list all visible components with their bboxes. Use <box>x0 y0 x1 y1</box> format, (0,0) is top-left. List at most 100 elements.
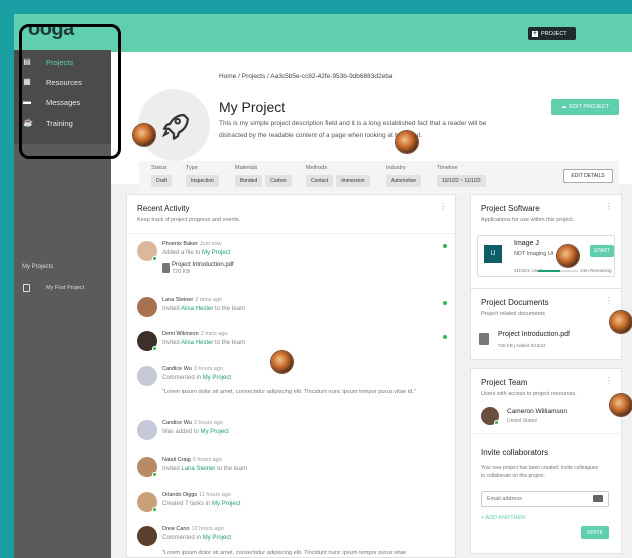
activity-link[interactable]: Alisa Hester <box>181 306 213 312</box>
project-software-card: Project Software Applications for use wi… <box>470 194 622 289</box>
activity-link[interactable]: My Project <box>203 375 231 381</box>
comment-excerpt: "Lorem ipsum dolor sit amet, consectetur… <box>162 550 407 556</box>
software-description: NDT Imaging Ut <box>514 251 554 257</box>
online-indicator <box>494 420 499 425</box>
activity-time: 11 hours ago <box>199 492 231 498</box>
file-icon <box>479 333 489 345</box>
meta-chip: Carbon <box>265 175 292 187</box>
file-name[interactable]: Project Introduction.pdf <box>172 262 234 268</box>
add-another-button[interactable]: + ADD ANOTHER <box>481 515 525 521</box>
activity-action: Invited <box>162 466 180 472</box>
sidebar-project-item[interactable]: My First Project <box>14 280 111 296</box>
meta-chip: Immersion <box>336 175 370 187</box>
activity-action: Added a file to <box>162 250 201 256</box>
activity-suffix: to the team <box>215 340 246 346</box>
rocket-icon <box>161 113 189 140</box>
activity-link[interactable]: My Project <box>203 535 231 541</box>
meta-chip: Inspection <box>186 175 219 187</box>
edit-project-label: EDIT PROJECT <box>569 104 610 110</box>
cloud-icon: ☁ <box>560 104 567 110</box>
activity-time: Just now <box>199 241 222 247</box>
card-subtitle: Applications for use within this project… <box>481 217 575 223</box>
meta-label: Methods <box>306 165 328 171</box>
overlay-bubble-icon <box>396 131 418 153</box>
project-team-card: Project Team Users with access to projec… <box>470 368 623 554</box>
document-item[interactable]: Project Introduction.pdf 720 KB | Added … <box>477 329 615 353</box>
usage-bar <box>538 270 578 272</box>
overlay-bubble-icon <box>610 394 632 416</box>
mail-icon <box>593 495 603 502</box>
activity-name: Demi Wikinson <box>162 331 199 337</box>
more-icon[interactable]: ⋮ <box>439 202 447 211</box>
invite-title: Invite collaborators <box>481 448 549 457</box>
activity-link[interactable]: My Project <box>202 250 230 256</box>
activity-name: Orlando Diggs <box>162 492 198 498</box>
meta-status: Status Draft <box>151 165 172 187</box>
more-icon[interactable]: ⋮ <box>605 376 613 385</box>
invite-button[interactable]: INVITE <box>581 526 609 539</box>
sidebar-project-label: My First Project <box>46 285 85 291</box>
activity-time: 12 hours ago <box>191 526 224 532</box>
meta-chip: Bonded <box>235 175 263 187</box>
avatar <box>137 366 157 386</box>
meta-label: Type <box>186 165 198 171</box>
overlay-bubble-icon <box>557 245 579 267</box>
activity-action: Created 7 tasks in <box>162 501 211 507</box>
card-title: Recent Activity <box>137 204 190 213</box>
unread-indicator <box>443 335 447 339</box>
more-icon[interactable]: ⋮ <box>605 202 613 211</box>
activity-link[interactable]: My Project <box>212 501 240 507</box>
project-meta: Status Draft Type Inspection Materials B… <box>139 161 619 195</box>
meta-label: Materials <box>235 165 258 171</box>
meta-methods: Methods Contact Immersion <box>306 165 370 187</box>
activity-action: Commented in <box>162 535 202 541</box>
online-indicator <box>152 507 157 512</box>
more-icon[interactable]: ⋮ <box>605 296 613 305</box>
start-button[interactable]: START <box>590 245 614 257</box>
card-subtitle: Users with access to project resources. <box>481 391 577 397</box>
activity-time: 3 hours ago <box>193 366 223 372</box>
project-header: Home / Projects / Aa3c5b5e-cc82-42fe-953… <box>111 52 632 195</box>
file-icon <box>162 263 170 273</box>
edit-details-button[interactable]: EDIT DETAILS <box>563 169 613 183</box>
avatar <box>137 297 157 317</box>
meta-chip: Draft <box>151 175 172 187</box>
document-meta: 720 KB | Added 9/16/22 <box>498 343 546 348</box>
recent-activity-card: Recent Activity Keep track of project pr… <box>126 194 457 558</box>
sidebar-section-title: My Projects <box>22 264 54 270</box>
email-field[interactable] <box>481 491 609 507</box>
usage-bar-fill <box>538 270 560 272</box>
activity-action: Was added to <box>162 429 199 435</box>
activity-link[interactable]: My Project <box>200 429 228 435</box>
online-indicator <box>152 472 157 477</box>
meta-timeline: Timeline 10/1/22 ~ 11/1/22 <box>437 165 486 187</box>
file-size: 720 KB <box>172 269 191 275</box>
overlay-bubble-icon <box>271 351 293 373</box>
activity-time: 2 mins ago <box>195 297 223 303</box>
activity-time: 6 hours ago <box>192 457 222 463</box>
page-title: My Project <box>219 99 286 115</box>
activity-name: Candice Wu <box>162 366 192 372</box>
activity-link[interactable]: Lana Steiner <box>181 466 215 472</box>
member-name: Cameron Williamson <box>507 408 567 415</box>
online-indicator <box>152 346 157 351</box>
activity-link[interactable]: Alisa Hester <box>181 340 213 346</box>
new-project-button[interactable]: + PROJECT <box>528 27 576 40</box>
card-title: Project Documents <box>481 298 549 307</box>
avatar <box>137 526 157 546</box>
overlay-bubble-icon <box>610 311 632 333</box>
activity-action: Commented in <box>162 375 202 381</box>
unread-indicator <box>443 244 447 248</box>
activity-name: Natali Craig <box>162 457 191 463</box>
card-subtitle: Keep track of project progress and event… <box>137 217 241 223</box>
meta-label: Industry <box>386 165 406 171</box>
meta-chip: 10/1/22 ~ 11/1/22 <box>437 175 486 187</box>
meta-industry: Industry Automotive <box>386 165 422 187</box>
meta-label: Status <box>151 165 167 171</box>
divider <box>471 433 623 434</box>
edit-project-button[interactable]: ☁ EDIT PROJECT <box>551 99 619 115</box>
activity-name: Lana Steiner <box>162 297 194 303</box>
divider <box>127 233 457 234</box>
activity-name: Phoenix Baker <box>162 241 198 247</box>
activity-time: 2 mins ago <box>200 331 228 337</box>
